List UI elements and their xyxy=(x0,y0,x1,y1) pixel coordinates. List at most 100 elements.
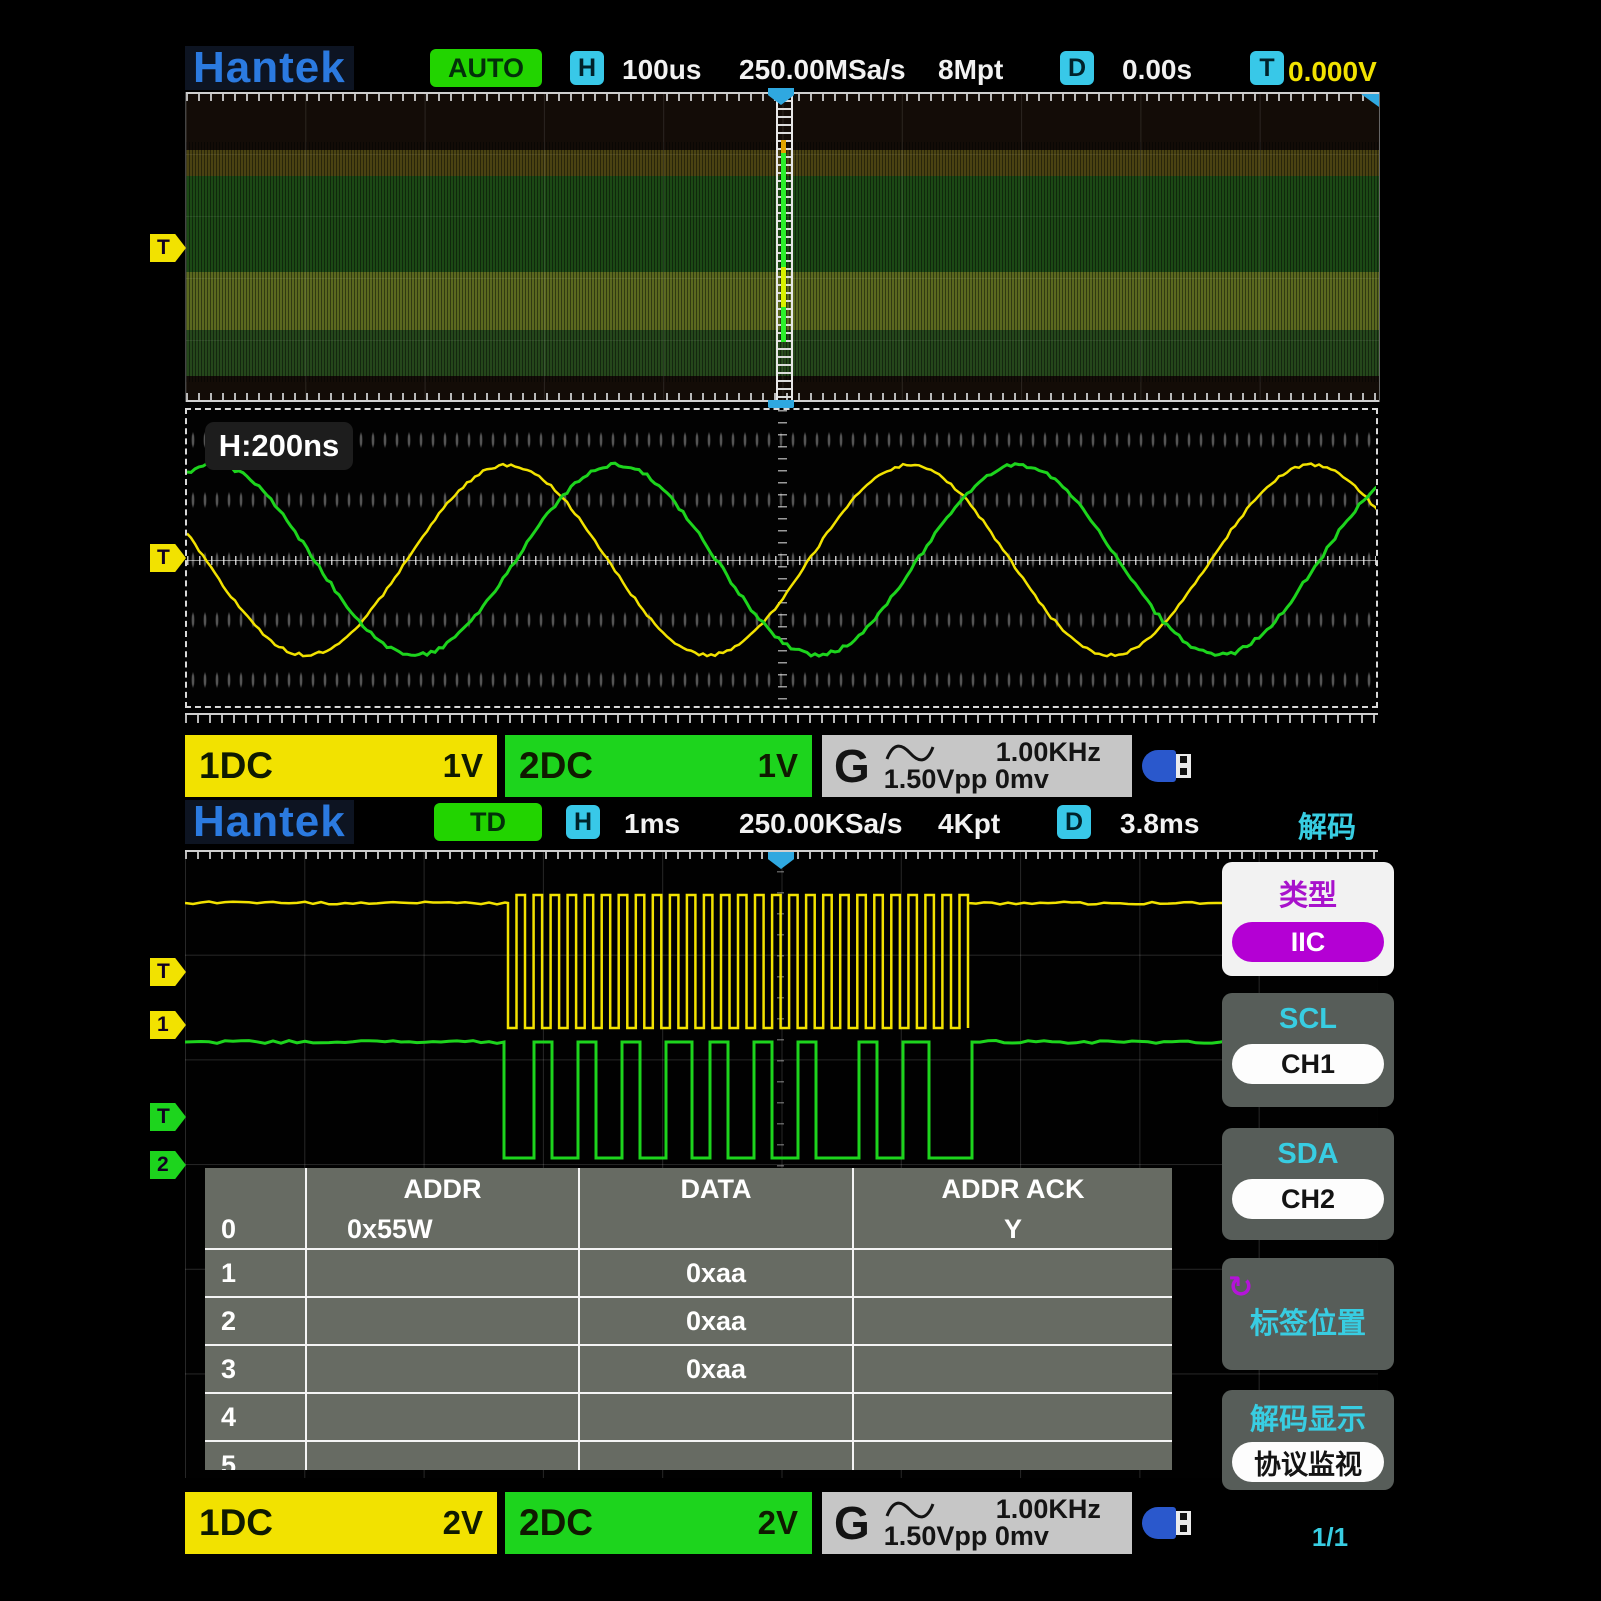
table-cell: DATA xyxy=(580,1168,852,1210)
decode-type-value-button[interactable]: IIC xyxy=(1232,922,1384,962)
delay-value: 0.00s xyxy=(1122,54,1192,86)
table-cell xyxy=(854,1346,1172,1392)
table-cell: ADDR ACK xyxy=(854,1168,1172,1210)
table-row: 30xaa xyxy=(205,1346,1172,1392)
generator-badge[interactable]: G 1.00KHz 1.50Vpp 0mv xyxy=(822,735,1132,797)
overview-waveform-window xyxy=(185,92,1380,402)
table-cell: ADDR xyxy=(307,1168,578,1210)
protocol-monitor-button[interactable]: 协议监视 xyxy=(1232,1442,1384,1482)
timebase-value: 100us xyxy=(622,54,701,86)
ch2-trigger-marker[interactable]: T xyxy=(150,1103,186,1131)
sda-source-panel[interactable]: SDA CH2 xyxy=(1222,1128,1394,1240)
ch2-position-marker[interactable]: 2 xyxy=(150,1151,186,1179)
brand-logo: Hantek xyxy=(185,46,354,90)
zoom-trigger-level-marker[interactable]: T xyxy=(150,544,186,572)
table-row: 4 xyxy=(205,1394,1172,1440)
table-cell: 0xaa xyxy=(580,1250,852,1296)
oscilloscope-screens: Hantek AUTO H 100us 250.00MSa/s 8Mpt D 0… xyxy=(0,0,1601,1601)
ch2-scale-2: 2V xyxy=(758,1504,798,1542)
table-cell: 0 xyxy=(205,1210,305,1248)
table-cell xyxy=(854,1298,1172,1344)
decode-page-number: 1/1 xyxy=(1290,1522,1370,1553)
sda-label: SDA xyxy=(1222,1138,1394,1171)
memory-depth-2: 4Kpt xyxy=(938,808,1000,840)
usb-hole xyxy=(1180,1525,1187,1532)
decode-display-panel[interactable]: 解码显示 协议监视 xyxy=(1222,1390,1394,1490)
memory-depth: 8Mpt xyxy=(938,54,1003,86)
generator-badge-2[interactable]: G 1.00KHz 1.50Vpp 0mv xyxy=(822,1492,1132,1554)
generator-label: G xyxy=(834,739,870,793)
trigger-level-marker[interactable]: T xyxy=(150,234,186,262)
usb-device-icon-2 xyxy=(1142,1507,1194,1539)
usb-connector xyxy=(1176,1511,1191,1535)
brand-logo-2: Hantek xyxy=(185,800,354,844)
ch1-position-marker[interactable]: 1 xyxy=(150,1011,186,1039)
trigger-icon: T xyxy=(1250,51,1284,85)
trigger-level-value: 0.000V xyxy=(1288,56,1377,88)
delay-value-2: 3.8ms xyxy=(1120,808,1199,840)
zoom-highlight-green xyxy=(781,150,786,342)
ch2-coupling-label: 2DC xyxy=(519,745,593,787)
decode-type-panel[interactable]: 类型 IIC xyxy=(1222,862,1394,976)
table-cell xyxy=(307,1394,578,1440)
table-cell xyxy=(854,1394,1172,1440)
label-position-label: 标签位置 xyxy=(1222,1300,1394,1342)
refresh-icon: ↻ xyxy=(1228,1270,1253,1305)
usb-hole xyxy=(1180,1513,1187,1520)
sample-rate: 250.00MSa/s xyxy=(739,54,906,86)
sine-wave-icon xyxy=(884,1498,936,1522)
ch1-badge-2[interactable]: 1DC 2V xyxy=(185,1492,497,1554)
table-cell: 0xaa xyxy=(580,1298,852,1344)
table-cell xyxy=(854,1250,1172,1296)
acquisition-mode-badge-2: TD xyxy=(434,803,542,841)
decode-display-label: 解码显示 xyxy=(1222,1396,1394,1438)
table-cell: 1 xyxy=(205,1250,305,1296)
usb-body xyxy=(1142,1507,1176,1539)
scl-label: SCL xyxy=(1222,1003,1394,1036)
table-header-row: ADDRDATAADDR ACK 00x55W Y xyxy=(205,1168,1172,1248)
table-cell: 3 xyxy=(205,1346,305,1392)
ch2-badge-2[interactable]: 2DC 2V xyxy=(505,1492,812,1554)
decode-menu-title: 解码 xyxy=(1262,804,1392,846)
table-cell: Y xyxy=(854,1210,1172,1248)
table-cell: 2 xyxy=(205,1298,305,1344)
generator-amplitude: 1.50Vpp 0mv xyxy=(884,766,1101,793)
scl-source-panel[interactable]: SCL CH1 xyxy=(1222,993,1394,1107)
acquisition-mode-badge: AUTO xyxy=(430,49,542,87)
ch2-badge[interactable]: 2DC 1V xyxy=(505,735,812,797)
ch1-coupling-label-2: 1DC xyxy=(199,1502,273,1544)
label-position-panel[interactable]: ↻ 标签位置 xyxy=(1222,1258,1394,1370)
ch2-scale: 1V xyxy=(758,747,798,785)
sine-waveforms xyxy=(187,410,1376,706)
usb-hole xyxy=(1180,756,1187,763)
table-cell xyxy=(307,1346,578,1392)
zoom-window-indicator[interactable] xyxy=(776,92,793,402)
channel-bar-ruler xyxy=(185,713,1378,723)
usb-connector xyxy=(1176,754,1191,778)
delay-icon: D xyxy=(1060,51,1094,85)
decode-result-table: ADDRDATAADDR ACK00x55WY10xaa20xaa30xaa45 xyxy=(205,1168,1172,1470)
zoom-highlight-orange xyxy=(781,140,786,153)
table-cell xyxy=(307,1442,578,1470)
ch1-scale-2: 2V xyxy=(443,1504,483,1542)
sine-wave-icon xyxy=(884,741,936,765)
ch2-coupling-label-2: 2DC xyxy=(519,1502,593,1544)
generator-label-2: G xyxy=(834,1496,870,1550)
ch1-badge[interactable]: 1DC 1V xyxy=(185,735,497,797)
usb-body xyxy=(1142,750,1176,782)
table-cell: 4 xyxy=(205,1394,305,1440)
table-cell xyxy=(580,1442,852,1470)
ch1-coupling-label: 1DC xyxy=(199,745,273,787)
table-cell: 0x55W xyxy=(307,1210,578,1248)
timebase-value-2: 1ms xyxy=(624,808,680,840)
scl-channel-button[interactable]: CH1 xyxy=(1232,1044,1384,1084)
ch1-trigger-marker[interactable]: T xyxy=(150,958,186,986)
table-cell xyxy=(307,1298,578,1344)
table-row: 5 xyxy=(205,1442,1172,1470)
zoom-timebase-label: H:200ns xyxy=(205,422,353,470)
usb-hole xyxy=(1180,768,1187,775)
sda-channel-button[interactable]: CH2 xyxy=(1232,1179,1384,1219)
table-cell xyxy=(307,1250,578,1296)
sample-rate-2: 250.00KSa/s xyxy=(739,808,902,840)
table-row: 2 0xaa xyxy=(205,1298,1172,1344)
